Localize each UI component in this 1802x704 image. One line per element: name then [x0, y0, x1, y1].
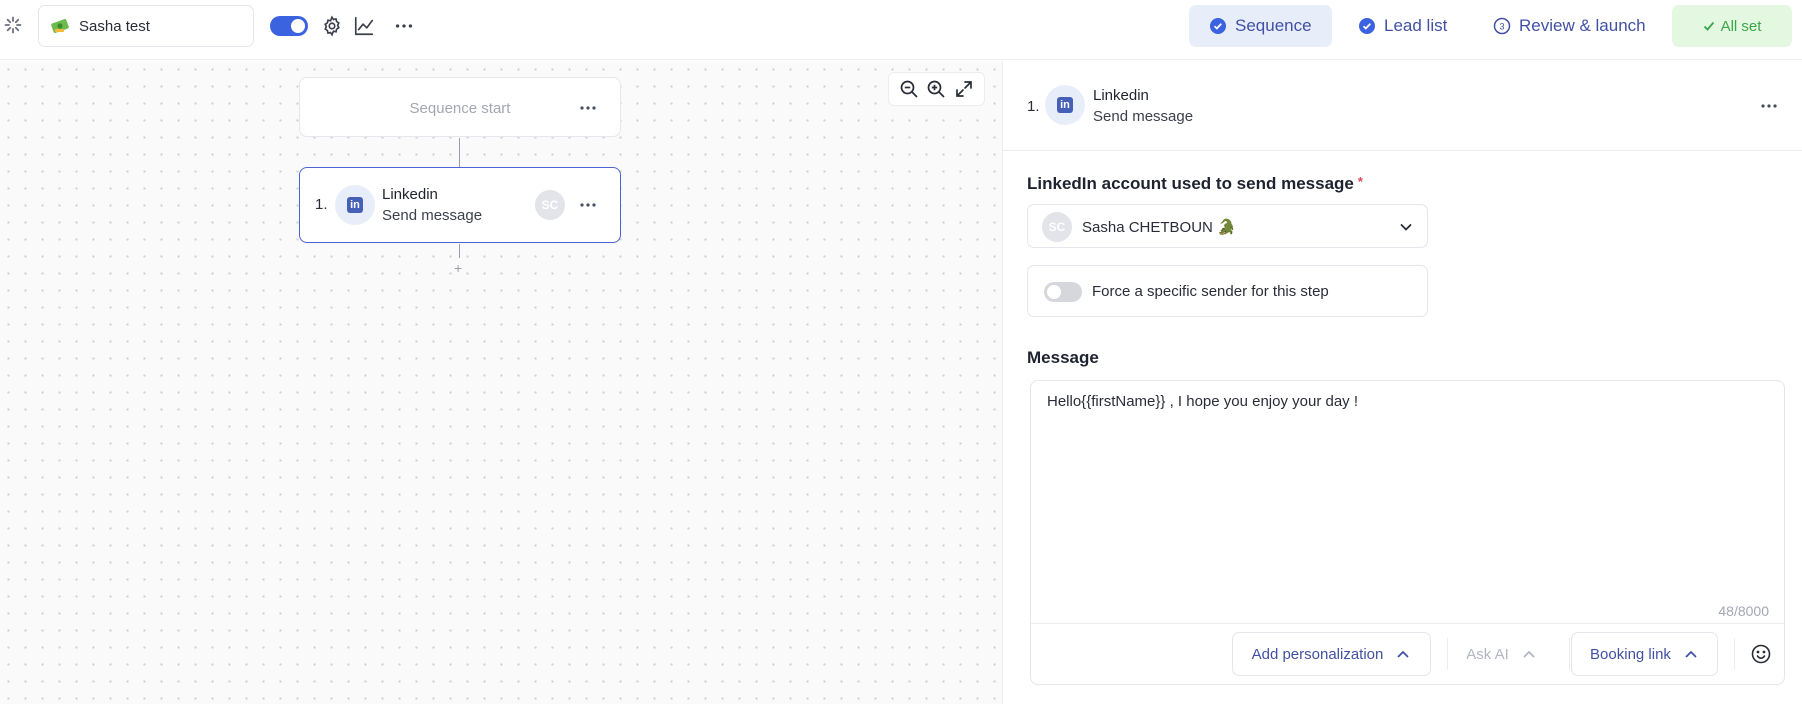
panel-step-title: Linkedin	[1093, 87, 1149, 104]
booking-link-label: Booking link	[1590, 645, 1671, 663]
sequence-start-label: Sequence start	[409, 100, 511, 117]
more-options-icon[interactable]	[393, 15, 415, 37]
account-section-label: LinkedIn account used to send message *	[1027, 174, 1363, 194]
chevron-down-icon	[1400, 224, 1412, 231]
step-subtitle: Send message	[382, 207, 483, 224]
sequence-start-node[interactable]: Sequence start	[299, 77, 621, 137]
force-sender-toggle[interactable]	[1044, 282, 1082, 302]
linkedin-icon-circle: in	[335, 185, 375, 225]
check-circle-icon	[1359, 18, 1375, 34]
node-more-options-icon[interactable]	[577, 97, 599, 119]
sender-avatar: SC	[535, 190, 565, 220]
step-three-circle-icon: 3	[1493, 17, 1511, 35]
panel-step-subtitle: Send message	[1093, 108, 1194, 125]
check-circle-icon	[1210, 18, 1226, 34]
tab-lead-list-label: Lead list	[1384, 16, 1448, 35]
node-connector-line	[459, 138, 460, 167]
sequence-name: Sasha test	[79, 17, 150, 35]
fit-to-screen-icon[interactable]	[954, 79, 974, 99]
tab-sequence[interactable]: Sequence	[1189, 5, 1332, 47]
tab-lead-list[interactable]: Lead list	[1338, 5, 1467, 47]
message-editor[interactable]: Hello{{firstName}} , I hope you enjoy yo…	[1030, 380, 1785, 685]
settings-gear-icon[interactable]	[321, 15, 343, 37]
step-number: 1.	[315, 196, 328, 213]
zoom-controls	[888, 72, 985, 106]
linkedin-icon: in	[347, 197, 363, 213]
panel-header: 1. in Linkedin Send message	[1003, 61, 1802, 151]
step-title: Linkedin	[382, 186, 438, 203]
message-toolbar: Add personalization Ask AI Booking link	[1031, 623, 1784, 685]
panel-step-number: 1.	[1027, 98, 1040, 115]
loading-spinner-icon	[4, 16, 22, 34]
toolbar-divider	[1734, 638, 1735, 670]
node-more-options-icon[interactable]	[577, 194, 599, 216]
chevron-up-icon	[1397, 650, 1409, 658]
add-personalization-button[interactable]: Add personalization	[1232, 632, 1431, 676]
emoji-smiley-icon[interactable]	[1750, 643, 1772, 665]
all-set-status-button[interactable]: All set	[1672, 5, 1792, 47]
add-step-button[interactable]: +	[454, 260, 462, 276]
money-icon	[51, 18, 69, 34]
tab-review-launch-label: Review & launch	[1519, 16, 1646, 35]
account-label-text: LinkedIn account used to send message	[1027, 174, 1354, 193]
zoom-in-icon[interactable]	[926, 79, 946, 99]
zoom-out-icon[interactable]	[899, 79, 919, 99]
linkedin-account-select[interactable]: SC Sasha CHETBOUN 🐊	[1027, 204, 1428, 248]
linkedin-icon: in	[1057, 97, 1073, 113]
step-detail-panel: 1. in Linkedin Send message LinkedIn acc…	[1002, 61, 1802, 704]
sequence-name-field[interactable]: Sasha test	[38, 5, 254, 47]
ask-ai-button[interactable]: Ask AI	[1448, 632, 1555, 676]
check-icon	[1703, 21, 1714, 31]
ask-ai-label: Ask AI	[1466, 645, 1509, 663]
all-set-label: All set	[1720, 17, 1762, 35]
top-bar: Sasha test Sequence Lead list 3 Review &…	[0, 0, 1802, 60]
required-mark: *	[1357, 174, 1363, 189]
add-personalization-label: Add personalization	[1251, 645, 1384, 663]
svg-text:3: 3	[1499, 22, 1504, 32]
panel-more-options-icon[interactable]	[1758, 95, 1780, 117]
force-sender-label: Force a specific sender for this step	[1092, 283, 1329, 300]
sequence-canvas[interactable]: Sequence start 1. in Linkedin Send messa…	[0, 61, 1002, 704]
linkedin-step-node[interactable]: 1. in Linkedin Send message SC	[299, 167, 621, 243]
toolbar-divider	[1569, 638, 1570, 670]
sequence-active-toggle[interactable]	[270, 16, 308, 36]
chevron-up-icon	[1685, 650, 1697, 658]
account-select-value: Sasha CHETBOUN 🐊	[1082, 219, 1236, 236]
message-section-label: Message	[1027, 348, 1099, 367]
analytics-chart-icon[interactable]	[353, 15, 375, 37]
tab-review-launch[interactable]: 3 Review & launch	[1473, 5, 1666, 47]
tab-sequence-label: Sequence	[1235, 16, 1312, 35]
character-counter: 48/8000	[1718, 603, 1769, 619]
force-sender-row: Force a specific sender for this step	[1027, 265, 1428, 317]
message-textarea[interactable]: Hello{{firstName}} , I hope you enjoy yo…	[1047, 393, 1358, 410]
node-connector-line	[459, 244, 460, 258]
chevron-up-icon	[1523, 650, 1535, 658]
linkedin-icon-circle: in	[1045, 85, 1085, 125]
account-avatar: SC	[1042, 212, 1072, 242]
booking-link-button[interactable]: Booking link	[1571, 632, 1718, 676]
